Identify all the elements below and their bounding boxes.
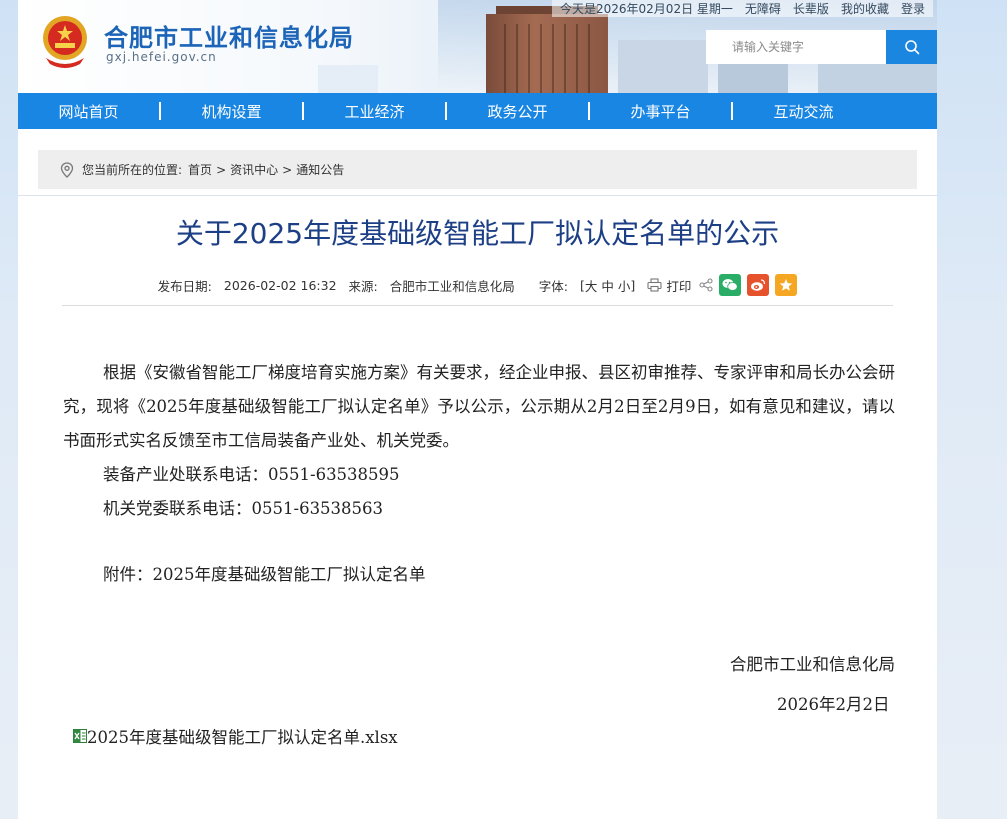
article-body: 根据《安徽省智能工厂梯度培育实施方案》有关要求，经企业申报、县区初审推荐、专家评… xyxy=(63,356,895,722)
attachment-note: 附件：2025年度基础级智能工厂拟认定名单 xyxy=(103,565,426,584)
nav-item-interaction[interactable]: 互动交流 xyxy=(733,101,874,122)
weibo-icon xyxy=(751,279,766,291)
nav-item-industrial-economy[interactable]: 工业经济 xyxy=(304,101,445,122)
accessible-link[interactable]: 无障碍 xyxy=(745,0,781,17)
excel-file-icon xyxy=(73,729,87,743)
publish-date: 2026-02-02 16:32 xyxy=(223,277,337,293)
site-url: gxj.hefei.gov.cn xyxy=(106,50,217,64)
search-input[interactable] xyxy=(706,30,886,64)
search-button[interactable] xyxy=(886,30,937,64)
font-large-button[interactable]: 大 xyxy=(585,276,598,295)
breadcrumb-notices[interactable]: 通知公告 xyxy=(296,161,344,178)
breadcrumb-home[interactable]: 首页 xyxy=(188,161,212,178)
date-label: 发布日期: xyxy=(157,278,212,294)
location-pin-icon xyxy=(60,161,74,178)
nav-item-home[interactable]: 网站首页 xyxy=(18,101,159,122)
wechat-share-button[interactable] xyxy=(719,274,742,296)
body-paragraph: 根据《安徽省智能工厂梯度培育实施方案》有关要求，经企业申报、县区初审推荐、专家评… xyxy=(63,363,895,450)
article-meta: 发布日期: 2026-02-02 16:32 来源: 合肥市工业和信息化局 字体… xyxy=(18,272,937,298)
favorites-link[interactable]: 我的收藏 xyxy=(841,0,889,17)
attachment-filename[interactable]: 2025年度基础级智能工厂拟认定名单.xlsx xyxy=(87,724,398,748)
attachment-link[interactable]: 2025年度基础级智能工厂拟认定名单.xlsx xyxy=(73,724,398,748)
article-title: 关于2025年度基础级智能工厂拟认定名单的公示 xyxy=(175,217,780,250)
source-label: 来源: xyxy=(348,278,378,294)
star-icon xyxy=(780,279,793,291)
building-image xyxy=(486,14,608,93)
nav-item-government-affairs[interactable]: 政务公开 xyxy=(447,101,588,122)
top-bar: 今天是2026年02月02日 星期一 无障碍 长辈版 我的收藏 登录 xyxy=(552,0,933,17)
printer-icon[interactable] xyxy=(647,278,662,292)
nav-item-organization[interactable]: 机构设置 xyxy=(161,101,302,122)
page: 合肥市工业和信息化局 gxj.hefei.gov.cn 今天是2026年02月0… xyxy=(18,0,937,819)
national-emblem-icon xyxy=(43,16,87,68)
source-name: 合肥市工业和信息化局 xyxy=(389,278,515,294)
favorite-button[interactable] xyxy=(775,274,798,296)
elder-version-link[interactable]: 长辈版 xyxy=(793,0,829,17)
weibo-share-button[interactable] xyxy=(747,274,770,296)
breadcrumb-prefix: 您当前所在的位置: xyxy=(82,163,183,177)
signature: 合肥市工业和信息化局 xyxy=(730,655,895,674)
print-button[interactable]: 打印 xyxy=(666,276,691,295)
sign-date: 2026年2月2日 xyxy=(777,695,890,714)
font-medium-button[interactable]: 中 xyxy=(601,276,614,295)
main-nav: 网站首页 机构设置 工业经济 政务公开 办事平台 互动交流 xyxy=(18,93,937,129)
font-size-label: 字体: xyxy=(538,278,568,294)
search-box xyxy=(706,30,937,64)
font-small-button[interactable]: 小 xyxy=(618,276,631,295)
site-title[interactable]: 合肥市工业和信息化局 xyxy=(104,18,354,53)
breadcrumb: 您当前所在的位置: 首页 > 资讯中心 > 通知公告 xyxy=(38,150,917,189)
wechat-icon xyxy=(722,279,739,291)
contact-party-committee: 机关党委联系电话：0551-63538563 xyxy=(103,499,384,518)
site-header: 合肥市工业和信息化局 gxj.hefei.gov.cn 今天是2026年02月0… xyxy=(18,0,937,93)
search-icon xyxy=(904,40,919,55)
breadcrumb-news-center[interactable]: 资讯中心 xyxy=(230,161,278,178)
login-link[interactable]: 登录 xyxy=(901,0,925,17)
today-date: 今天是2026年02月02日 星期一 xyxy=(560,2,733,16)
share-icon[interactable] xyxy=(699,278,713,292)
contact-equipment: 装备产业处联系电话：0551-63538595 xyxy=(103,465,400,484)
nav-item-service-platform[interactable]: 办事平台 xyxy=(590,101,731,122)
